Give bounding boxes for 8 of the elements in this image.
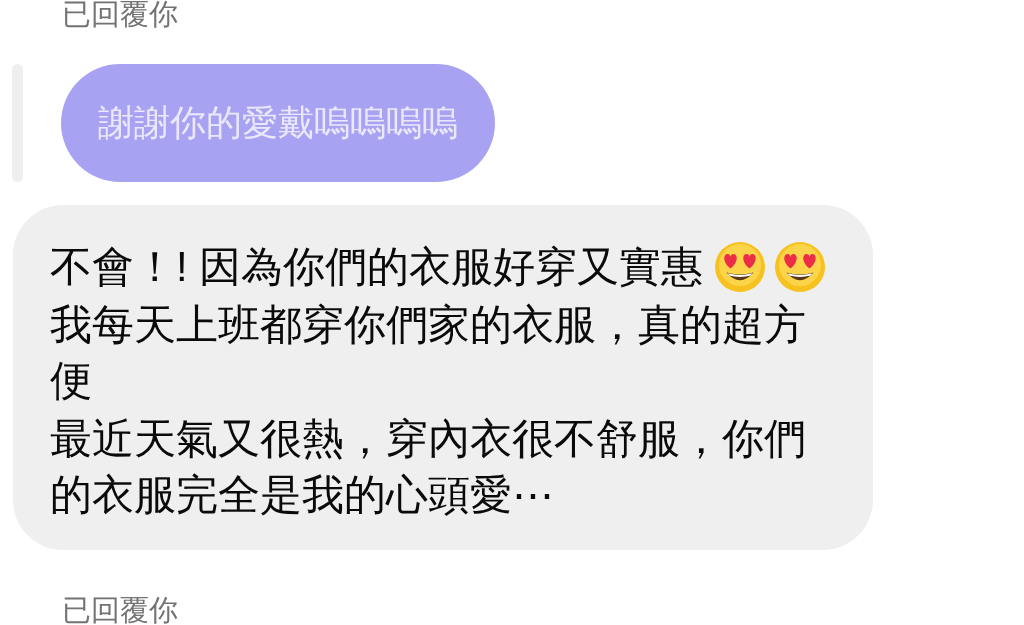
message-text: 我每天上班都穿你們家的衣服，真的超方便 xyxy=(50,300,807,406)
reply-status-text: 已回覆你 xyxy=(62,0,178,29)
message-text: 最近天氣又很熱，穿內衣很不舒服，你們的衣服完全是我的心頭愛⋯ xyxy=(50,414,807,520)
quoted-message-text: 謝謝你的愛戴嗚嗚嗚嗚 xyxy=(98,101,458,145)
smiling-face-heart-eyes-icon xyxy=(775,242,826,292)
message-text: 不會！! 因為你們的衣服好穿又實惠 xyxy=(50,242,704,292)
smiling-face-heart-eyes-icon xyxy=(715,242,766,292)
reply-status-text: 已回覆你 xyxy=(62,596,178,625)
